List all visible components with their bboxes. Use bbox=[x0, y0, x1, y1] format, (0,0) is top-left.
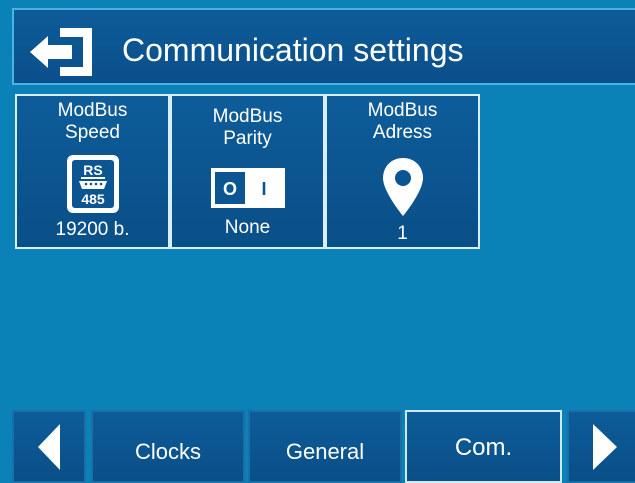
tile-value: None bbox=[224, 217, 271, 238]
svg-text:RS: RS bbox=[83, 162, 102, 178]
tab-com[interactable]: Com. bbox=[405, 410, 562, 483]
triangle-right-icon bbox=[593, 424, 617, 470]
tab-general[interactable]: General bbox=[248, 410, 402, 483]
back-button[interactable] bbox=[26, 22, 102, 82]
tab-clocks[interactable]: Clocks bbox=[91, 410, 245, 483]
location-pin-icon bbox=[380, 156, 426, 224]
tile-label-line2: Speed bbox=[65, 122, 120, 143]
svg-text:485: 485 bbox=[81, 191, 105, 207]
tile-label-line2: Adress bbox=[372, 122, 433, 143]
tile-value: 19200 b. bbox=[55, 219, 130, 240]
nav-prev-button[interactable] bbox=[12, 410, 86, 483]
tile-label-line1: ModBus bbox=[57, 100, 128, 121]
tab-label: General bbox=[285, 439, 365, 464]
nav-next-button[interactable] bbox=[567, 410, 635, 483]
svg-text:O: O bbox=[222, 179, 236, 199]
header-bar: Communication settings bbox=[12, 8, 635, 85]
tab-label: Com. bbox=[454, 434, 513, 461]
tile-label-line1: ModBus bbox=[367, 100, 438, 121]
screen: Communication settings ModBus Speed RS 4… bbox=[0, 0, 635, 483]
tile-label: ModBus Parity bbox=[172, 106, 323, 150]
tile-label: ModBus Adress bbox=[327, 100, 478, 144]
tab-label: Clocks bbox=[134, 439, 201, 464]
tile-label-line2: Parity bbox=[223, 128, 272, 149]
page-title: Communication settings bbox=[122, 32, 464, 68]
modbus-speed-tile[interactable]: ModBus Speed RS 485 19200 b. bbox=[15, 94, 170, 249]
modbus-parity-tile[interactable]: ModBus Parity O I None bbox=[170, 94, 325, 249]
back-arrow-icon bbox=[30, 28, 92, 76]
rs485-icon: RS 485 bbox=[66, 154, 120, 220]
triangle-left-icon bbox=[38, 424, 60, 470]
tile-value: 1 bbox=[397, 223, 408, 244]
svg-text:I: I bbox=[261, 179, 266, 199]
toggle-switch-icon: O I bbox=[210, 168, 285, 214]
tile-label: ModBus Speed bbox=[17, 100, 168, 144]
tile-label-line1: ModBus bbox=[212, 106, 283, 127]
modbus-address-tile[interactable]: ModBus Adress 1 bbox=[325, 94, 480, 249]
